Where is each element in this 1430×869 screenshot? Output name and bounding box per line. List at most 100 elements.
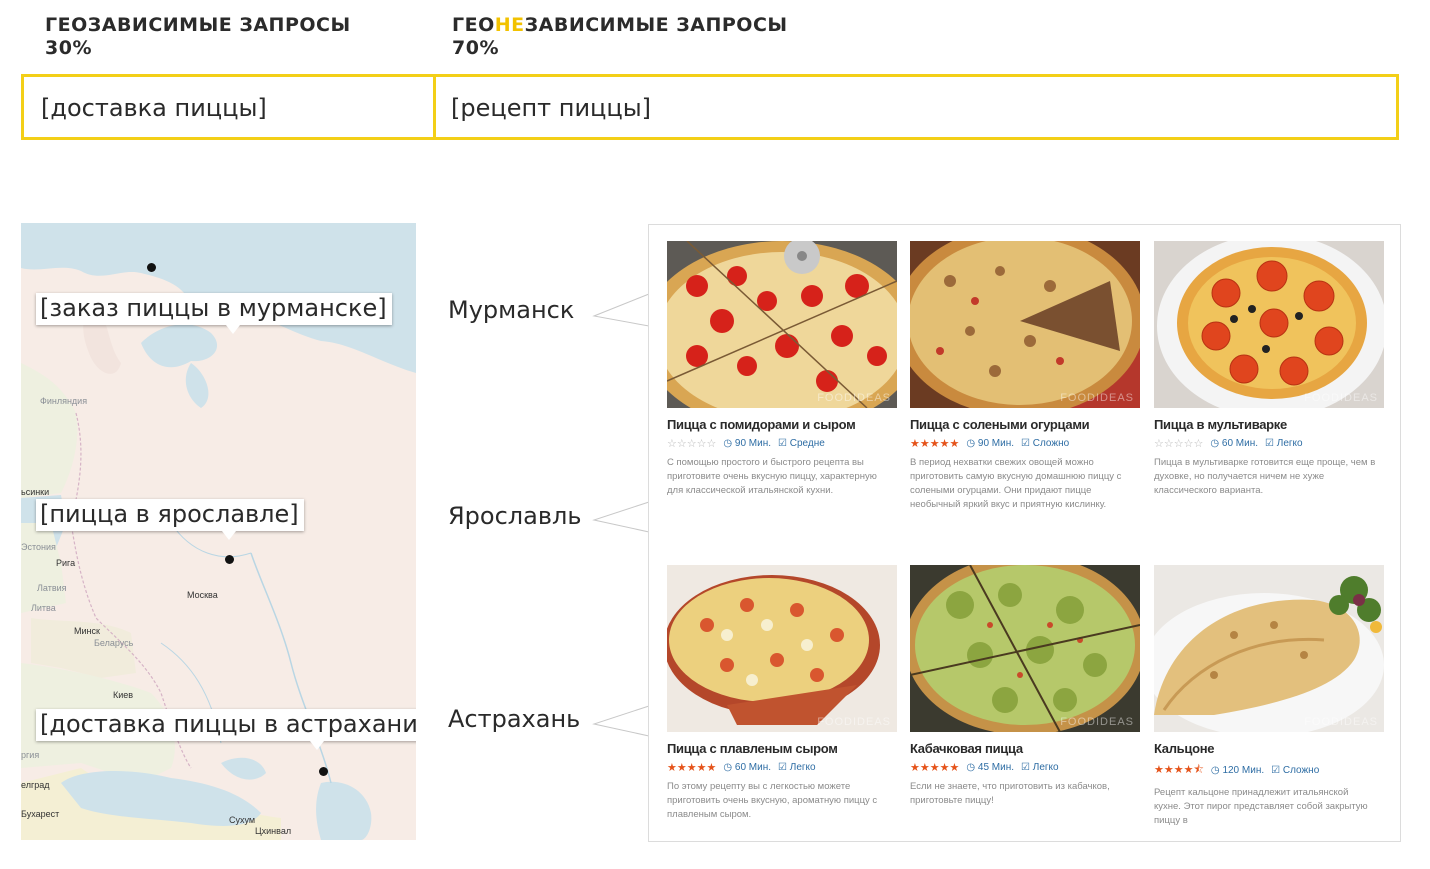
checkbox-icon: ☑ bbox=[778, 438, 787, 449]
map-label-belgrade: елград bbox=[21, 780, 50, 790]
cook-time-value: 45 Мин. bbox=[977, 762, 1015, 773]
recipe-description: С помощью простого и быстрого рецепта вы… bbox=[667, 457, 877, 496]
recipe-title[interactable]: Пицца с помидорами и сыром bbox=[667, 417, 897, 432]
map-label-estonia: Эстония bbox=[21, 542, 56, 552]
difficulty-value: Сложно bbox=[1032, 438, 1070, 449]
geo-query-example: [доставка пиццы] bbox=[41, 94, 267, 122]
recipe-image-multicooker-pizza[interactable]: FOODIDEAS bbox=[1154, 241, 1384, 408]
recipe-card[interactable]: FOODIDEAS Пицца в мультиварке ☆☆☆☆☆ ◷ 60… bbox=[1154, 241, 1384, 498]
clock-icon: ◷ bbox=[723, 762, 733, 773]
clock-icon: ◷ bbox=[1210, 765, 1220, 776]
image-watermark: FOODIDEAS bbox=[817, 392, 891, 404]
image-watermark: FOODIDEAS bbox=[817, 716, 891, 728]
astrakhan-marker bbox=[319, 767, 328, 776]
checkbox-icon: ☑ bbox=[1271, 765, 1281, 776]
rating-stars[interactable]: ★★★★★ bbox=[910, 761, 959, 774]
map-label-moscow: Москва bbox=[187, 590, 218, 600]
difficulty-value: Средне bbox=[789, 438, 825, 449]
recipe-meta: ☆☆☆☆☆ ◷ 90 Мин. ☑ Средне bbox=[667, 437, 897, 450]
recipe-card[interactable]: FOODIDEAS Кабачковая пицца ★★★★★ ◷ 45 Ми… bbox=[910, 565, 1140, 808]
recipe-meta: ★★★★★ ◷ 60 Мин. ☑ Легко bbox=[667, 761, 897, 774]
clock-icon: ◷ bbox=[1210, 438, 1220, 449]
clock-icon: ◷ bbox=[966, 438, 976, 449]
recipe-meta: ★★★★★ ◷ 90 Мин. ☑ Сложно bbox=[910, 437, 1140, 450]
image-watermark: FOODIDEAS bbox=[1304, 716, 1378, 728]
geo-queries-percent: 30% bbox=[45, 37, 92, 59]
recipe-meta: ★★★★⯪ ◷ 120 Мин. ☑ Сложно bbox=[1154, 761, 1384, 780]
nongeo-queries-percent: 70% bbox=[452, 37, 499, 59]
recipe-meta: ☆☆☆☆☆ ◷ 60 Мин. ☑ Легко bbox=[1154, 437, 1384, 450]
map-label-bucharest: Бухарест bbox=[21, 809, 60, 819]
difficulty: ☑ Сложно bbox=[1271, 765, 1319, 776]
recipe-image-processed-cheese-pizza[interactable]: FOODIDEAS bbox=[667, 565, 897, 732]
recipe-title[interactable]: Пицца с солеными огурцами bbox=[910, 417, 1140, 432]
murmansk-marker bbox=[147, 263, 156, 272]
geo-queries-title: ГЕОЗАВИСИМЫЕ ЗАПРОСЫ bbox=[45, 14, 351, 36]
map-label-riga: Рига bbox=[56, 558, 76, 568]
yaroslavl-query-callout: [пицца в ярославле] bbox=[36, 499, 304, 540]
checkbox-icon: ☑ bbox=[778, 762, 787, 773]
difficulty: ☑ Легко bbox=[778, 762, 816, 773]
map-label-kiev: Киев bbox=[113, 690, 134, 700]
city-label-yaroslavl: Ярославль bbox=[448, 502, 582, 530]
recipe-description: Если не знаете, что приготовить из кабач… bbox=[910, 781, 1110, 806]
rating-stars[interactable]: ☆☆☆☆☆ bbox=[1154, 437, 1203, 450]
russia-map: Финляндия ьсинки Эстония Рига Латвия Лит… bbox=[21, 223, 416, 840]
rating-stars[interactable]: ★★★★★ bbox=[910, 437, 959, 450]
difficulty: ☑ Легко bbox=[1021, 762, 1059, 773]
city-pointers bbox=[592, 293, 650, 737]
difficulty: ☑ Сложно bbox=[1021, 438, 1069, 449]
map-label-belarus: Беларусь bbox=[94, 638, 134, 648]
difficulty-value: Сложно bbox=[1282, 765, 1320, 776]
recipe-title[interactable]: Пицца в мультиварке bbox=[1154, 417, 1384, 432]
clock-icon: ◷ bbox=[966, 762, 976, 773]
recipe-title[interactable]: Кабачковая пицца bbox=[910, 741, 1140, 756]
recipe-image-calzone[interactable]: FOODIDEAS bbox=[1154, 565, 1384, 732]
image-watermark: FOODIDEAS bbox=[1060, 716, 1134, 728]
cook-time: ◷ 90 Мин. bbox=[723, 438, 771, 449]
map-label-sukhum: Сухум bbox=[229, 815, 256, 825]
recipe-card[interactable]: FOODIDEAS Кальцоне ★★★★⯪ ◷ 120 Мин. ☑ Сл… bbox=[1154, 565, 1384, 828]
recipe-image-zucchini-pizza[interactable]: FOODIDEAS bbox=[910, 565, 1140, 732]
recipe-meta: ★★★★★ ◷ 45 Мин. ☑ Легко bbox=[910, 761, 1140, 774]
cook-time-value: 120 Мин. bbox=[1222, 765, 1265, 776]
recipe-image-tomato-cheese-pizza[interactable]: FOODIDEAS bbox=[667, 241, 897, 408]
query-examples-box: [доставка пиццы] [рецепт пиццы] bbox=[21, 74, 1399, 140]
map-label-finland: Финляндия bbox=[40, 396, 88, 406]
map-label-latvia: Латвия bbox=[37, 583, 67, 593]
nongeo-title-prefix: ГЕО bbox=[452, 14, 495, 36]
checkbox-icon: ☑ bbox=[1265, 438, 1274, 449]
cook-time-value: 60 Мин. bbox=[1221, 438, 1259, 449]
geo-queries-heading: ГЕОЗАВИСИМЫЕ ЗАПРОСЫ 30% bbox=[45, 14, 351, 60]
cook-time-value: 60 Мин. bbox=[734, 762, 772, 773]
yaroslavl-marker bbox=[225, 555, 234, 564]
recipe-title[interactable]: Пицца с плавленым сыром bbox=[667, 741, 897, 756]
rating-stars[interactable]: ★★★★⯪ bbox=[1154, 761, 1204, 780]
rating-stars[interactable]: ★★★★★ bbox=[667, 761, 716, 774]
difficulty-value: Легко bbox=[789, 762, 816, 773]
cook-time: ◷ 120 Мин. bbox=[1211, 765, 1264, 776]
recipe-card[interactable]: FOODIDEAS Пицца с помидорами и сыром ☆☆☆… bbox=[667, 241, 897, 498]
recipe-image-pickle-pizza[interactable]: FOODIDEAS bbox=[910, 241, 1140, 408]
query-box-divider bbox=[433, 77, 436, 137]
recipe-results-panel: FOODIDEAS Пицца с помидорами и сыром ☆☆☆… bbox=[648, 224, 1401, 842]
map-label-minsk: Минск bbox=[74, 626, 100, 636]
image-watermark: FOODIDEAS bbox=[1060, 392, 1134, 404]
cook-time: ◷ 45 Мин. bbox=[966, 762, 1014, 773]
recipe-description: Пицца в мультиварке готовится еще проще,… bbox=[1154, 457, 1376, 496]
checkbox-icon: ☑ bbox=[1021, 438, 1030, 449]
checkbox-icon: ☑ bbox=[1021, 762, 1030, 773]
image-watermark: FOODIDEAS bbox=[1304, 392, 1378, 404]
nongeo-queries-heading: ГЕОНЕЗАВИСИМЫЕ ЗАПРОСЫ 70% bbox=[452, 14, 788, 60]
map-label-tskhinvali: Цхинвал bbox=[255, 826, 292, 836]
map-label-sea-fragment: ргия bbox=[21, 750, 40, 760]
clock-icon: ◷ bbox=[723, 438, 733, 449]
recipe-card[interactable]: FOODIDEAS Пицца с плавленым сыром ★★★★★ … bbox=[667, 565, 897, 822]
difficulty: ☑ Средне bbox=[778, 438, 825, 449]
difficulty: ☑ Легко bbox=[1265, 438, 1303, 449]
murmansk-query-callout: [заказ пиццы в мурманске] bbox=[36, 293, 392, 334]
nongeo-title-highlight: НЕ bbox=[494, 14, 525, 36]
recipe-title[interactable]: Кальцоне bbox=[1154, 741, 1384, 756]
rating-stars[interactable]: ☆☆☆☆☆ bbox=[667, 437, 716, 450]
recipe-card[interactable]: FOODIDEAS Пицца с солеными огурцами ★★★★… bbox=[910, 241, 1140, 512]
